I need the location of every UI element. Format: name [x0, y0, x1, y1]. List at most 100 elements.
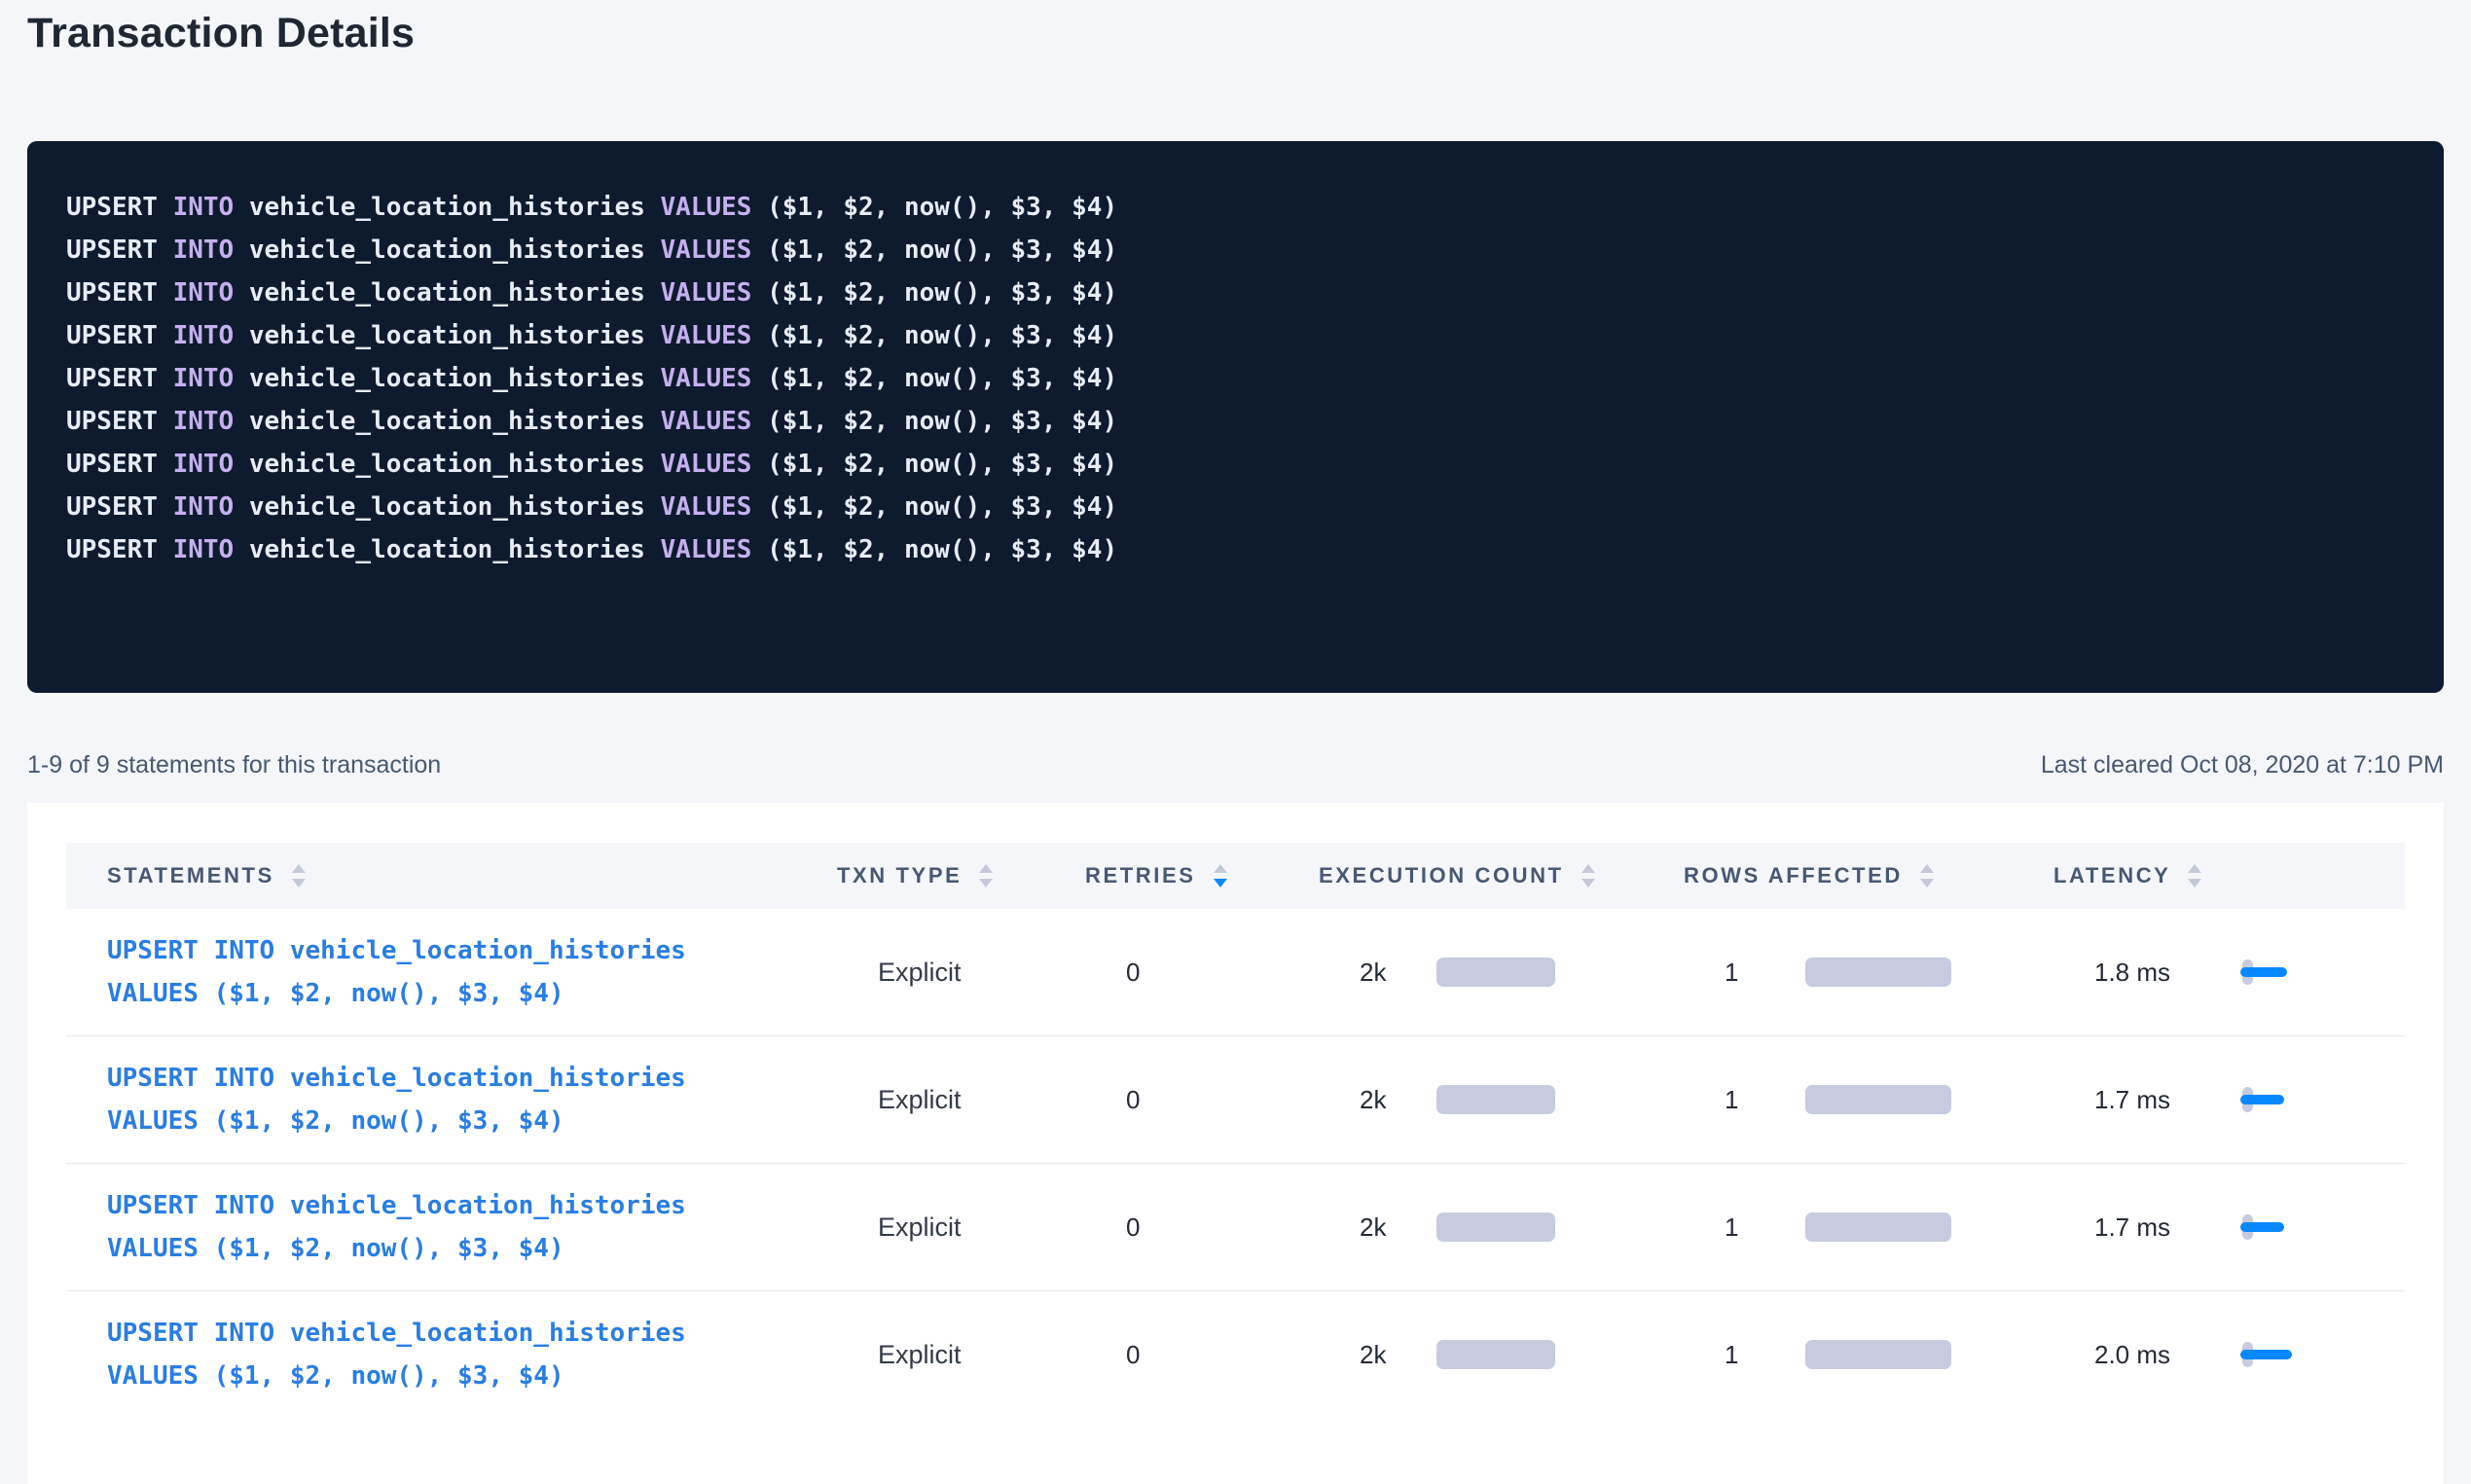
table-meta-row: 1-9 of 9 statements for this transaction…: [27, 751, 2444, 784]
execution-count-value: 2k: [1360, 958, 1436, 988]
retries-value: 0: [1126, 1340, 1140, 1369]
statement-table-row: UPSERT INTO vehicle_location_histories V…: [66, 1291, 2405, 1418]
statement-link[interactable]: UPSERT INTO vehicle_location_histories: [107, 1184, 878, 1227]
column-header-statements[interactable]: STATEMENTS: [66, 863, 837, 888]
latency-bar-chart: [2240, 1213, 2328, 1242]
retries-cell: 0: [1126, 958, 1360, 988]
execution-count-value: 2k: [1360, 1085, 1436, 1115]
column-header-retries[interactable]: RETRIES: [1085, 863, 1319, 888]
sort-arrows-icon[interactable]: [1214, 864, 1227, 887]
txn-type-cell: Explicit: [878, 958, 1126, 988]
execution-count-bar: [1436, 958, 1555, 987]
rows-affected-bar: [1805, 1085, 1951, 1114]
column-header-txn-type[interactable]: TXN TYPE: [837, 863, 1085, 888]
txn-type-cell: Explicit: [878, 1213, 1126, 1243]
execution-count-bar: [1436, 1085, 1555, 1114]
rows-affected-value: 1: [1725, 958, 1805, 988]
sort-arrows-icon[interactable]: [292, 864, 306, 887]
sort-arrows-icon[interactable]: [1920, 864, 1934, 887]
table-header-row: STATEMENTS TXN TYPE RETRIES EXECUTION CO…: [66, 843, 2405, 909]
sql-statements-box: UPSERT INTO vehicle_location_histories V…: [27, 141, 2444, 693]
retries-cell: 0: [1126, 1340, 1360, 1370]
latency-value: 2.0 ms: [2094, 1340, 2240, 1370]
statement-link[interactable]: VALUES ($1, $2, now(), $3, $4): [107, 1355, 878, 1397]
statement-link[interactable]: VALUES ($1, $2, now(), $3, $4): [107, 972, 878, 1015]
statement-cell: UPSERT INTO vehicle_location_histories V…: [66, 1184, 878, 1270]
statement-link[interactable]: VALUES ($1, $2, now(), $3, $4): [107, 1227, 878, 1270]
latency-value: 1.8 ms: [2094, 958, 2240, 988]
latency-value: 1.7 ms: [2094, 1085, 2240, 1115]
statement-cell: UPSERT INTO vehicle_location_histories V…: [66, 929, 878, 1015]
latency-bar-chart: [2240, 1340, 2328, 1369]
execution-count-bar: [1436, 1340, 1555, 1369]
latency-cell: 2.0 ms: [2094, 1340, 2405, 1370]
execution-count-cell: 2k: [1360, 958, 1725, 988]
statements-table: STATEMENTS TXN TYPE RETRIES EXECUTION CO…: [66, 843, 2405, 1418]
sql-statement-line: UPSERT INTO vehicle_location_histories V…: [66, 271, 2405, 314]
sort-arrows-icon[interactable]: [979, 864, 993, 887]
rows-affected-cell: 1: [1725, 1085, 2094, 1115]
statement-table-row: UPSERT INTO vehicle_location_histories V…: [66, 1036, 2405, 1164]
statement-table-row: UPSERT INTO vehicle_location_histories V…: [66, 1164, 2405, 1291]
execution-count-cell: 2k: [1360, 1213, 1725, 1243]
sql-statement-line: UPSERT INTO vehicle_location_histories V…: [66, 314, 2405, 357]
txn-type-value: Explicit: [878, 1340, 962, 1369]
latency-bar-chart: [2240, 958, 2328, 987]
latency-value: 1.7 ms: [2094, 1213, 2240, 1243]
column-header-rows-affected[interactable]: ROWS AFFECTED: [1684, 863, 2053, 888]
execution-count-cell: 2k: [1360, 1340, 1725, 1370]
column-header-label: STATEMENTS: [107, 863, 274, 888]
rows-affected-bar: [1805, 1340, 1951, 1369]
column-header-label: EXECUTION COUNT: [1319, 863, 1564, 888]
rows-affected-bar: [1805, 958, 1951, 987]
txn-type-value: Explicit: [878, 1085, 962, 1114]
txn-type-cell: Explicit: [878, 1340, 1126, 1370]
sql-statement-line: UPSERT INTO vehicle_location_histories V…: [66, 528, 2405, 571]
column-header-label: ROWS AFFECTED: [1684, 863, 1903, 888]
sort-arrows-icon[interactable]: [2188, 864, 2201, 887]
column-header-label: RETRIES: [1085, 863, 1196, 888]
column-header-label: LATENCY: [2053, 863, 2170, 888]
statement-link[interactable]: UPSERT INTO vehicle_location_histories: [107, 929, 878, 972]
rows-affected-value: 1: [1725, 1213, 1805, 1243]
sql-statement-line: UPSERT INTO vehicle_location_histories V…: [66, 229, 2405, 271]
rows-affected-cell: 1: [1725, 1340, 2094, 1370]
column-header-latency[interactable]: LATENCY: [2053, 863, 2405, 888]
statements-count-text: 1-9 of 9 statements for this transaction: [27, 751, 441, 779]
latency-cell: 1.8 ms: [2094, 958, 2405, 988]
execution-count-cell: 2k: [1360, 1085, 1725, 1115]
statement-table-row: UPSERT INTO vehicle_location_histories V…: [66, 909, 2405, 1036]
sql-statement-line: UPSERT INTO vehicle_location_histories V…: [66, 443, 2405, 486]
statement-link[interactable]: UPSERT INTO vehicle_location_histories: [107, 1057, 878, 1100]
latency-bar: [2240, 1222, 2284, 1232]
retries-cell: 0: [1126, 1085, 1360, 1115]
latency-bar: [2240, 1095, 2284, 1104]
transaction-details-page: Transaction Details UPSERT INTO vehicle_…: [0, 0, 2471, 1411]
retries-cell: 0: [1126, 1213, 1360, 1243]
latency-bar: [2240, 1350, 2292, 1359]
sql-statement-line: UPSERT INTO vehicle_location_histories V…: [66, 186, 2405, 229]
sql-statement-line: UPSERT INTO vehicle_location_histories V…: [66, 357, 2405, 400]
retries-value: 0: [1126, 1085, 1140, 1114]
latency-bar-chart: [2240, 1085, 2328, 1114]
sort-arrows-icon[interactable]: [1581, 864, 1595, 887]
latency-bar: [2240, 967, 2287, 977]
txn-type-value: Explicit: [878, 1213, 962, 1242]
page-title: Transaction Details: [27, 10, 415, 57]
rows-affected-bar: [1805, 1213, 1951, 1242]
rows-affected-value: 1: [1725, 1085, 1805, 1115]
statement-cell: UPSERT INTO vehicle_location_histories V…: [66, 1057, 878, 1142]
sql-statement-line: UPSERT INTO vehicle_location_histories V…: [66, 486, 2405, 528]
retries-value: 0: [1126, 1213, 1140, 1242]
statements-table-card: STATEMENTS TXN TYPE RETRIES EXECUTION CO…: [27, 803, 2444, 1484]
last-cleared-text: Last cleared Oct 08, 2020 at 7:10 PM: [2041, 751, 2444, 779]
statement-link[interactable]: UPSERT INTO vehicle_location_histories: [107, 1312, 878, 1355]
sql-statement-line: UPSERT INTO vehicle_location_histories V…: [66, 400, 2405, 443]
execution-count-value: 2k: [1360, 1340, 1436, 1370]
column-header-label: TXN TYPE: [837, 863, 962, 888]
column-header-execution-count[interactable]: EXECUTION COUNT: [1319, 863, 1684, 888]
txn-type-cell: Explicit: [878, 1085, 1126, 1115]
rows-affected-value: 1: [1725, 1340, 1805, 1370]
statement-link[interactable]: VALUES ($1, $2, now(), $3, $4): [107, 1100, 878, 1142]
table-body: UPSERT INTO vehicle_location_histories V…: [66, 909, 2405, 1418]
